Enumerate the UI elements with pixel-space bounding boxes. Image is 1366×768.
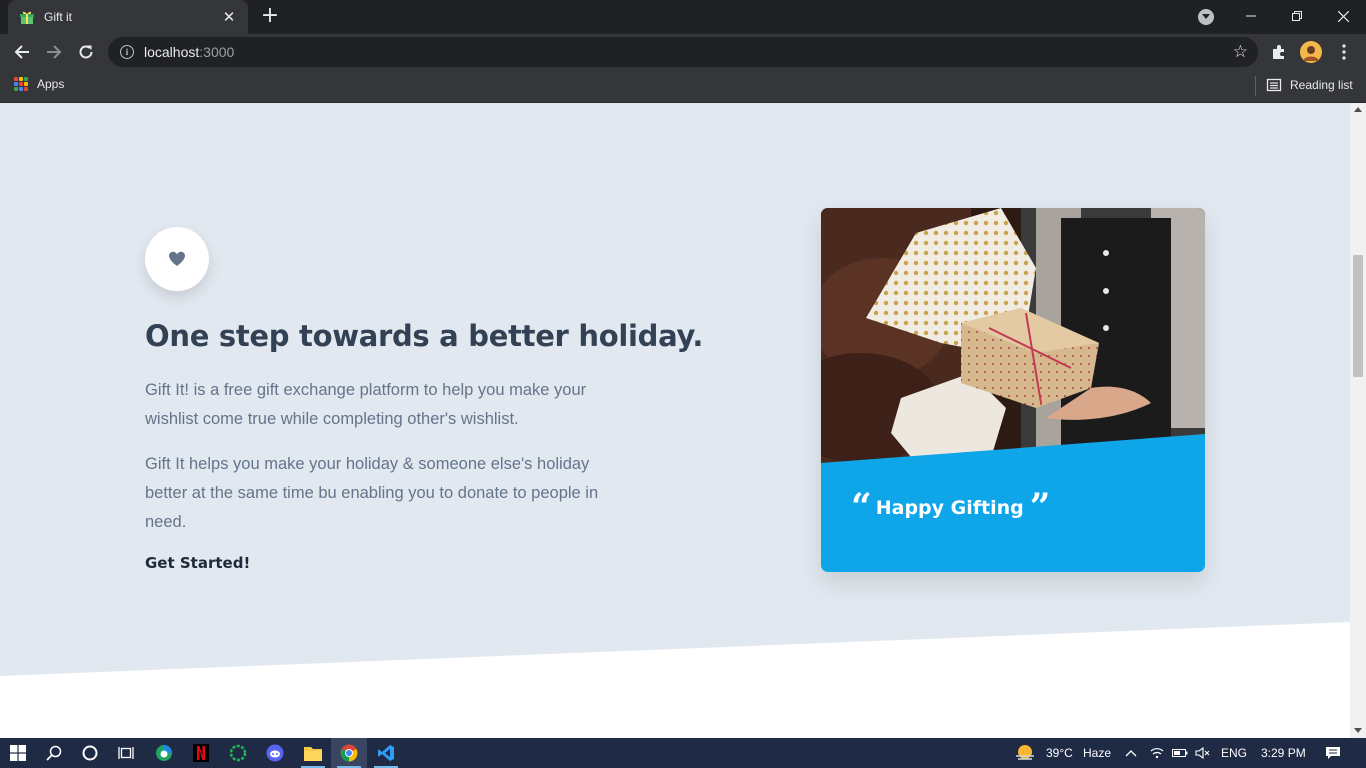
arrow-left-icon bbox=[14, 45, 29, 59]
edge-taskbar-icon[interactable] bbox=[146, 738, 182, 768]
minimize-button[interactable] bbox=[1228, 0, 1274, 32]
volume-muted-icon[interactable] bbox=[1192, 738, 1214, 768]
ring-app-taskbar-icon[interactable] bbox=[220, 738, 256, 768]
search-button[interactable] bbox=[36, 738, 72, 768]
close-window-button[interactable] bbox=[1320, 0, 1366, 32]
battery-icon[interactable] bbox=[1169, 738, 1191, 768]
netflix-taskbar-icon[interactable] bbox=[183, 738, 219, 768]
get-started-link[interactable]: Get Started! bbox=[145, 554, 250, 572]
scroll-down-arrow-icon[interactable] bbox=[1354, 728, 1362, 733]
puzzle-icon bbox=[1273, 45, 1284, 59]
vscode-taskbar-icon[interactable] bbox=[368, 738, 404, 768]
page-scrollbar[interactable] bbox=[1350, 103, 1366, 738]
extensions-button[interactable] bbox=[1265, 38, 1293, 66]
clock[interactable]: 3:29 PM bbox=[1261, 738, 1306, 768]
browser-menu-icon[interactable] bbox=[1330, 38, 1358, 66]
apps-label: Apps bbox=[37, 77, 65, 91]
scroll-up-arrow-icon[interactable] bbox=[1354, 107, 1362, 112]
task-view-icon bbox=[118, 747, 134, 759]
bookmarks-bar: Apps Reading list bbox=[0, 70, 1366, 103]
bookmarks-divider bbox=[1255, 76, 1256, 96]
chevron-up-icon[interactable] bbox=[1120, 738, 1142, 768]
page-viewport: One step towards a better holiday. Gift … bbox=[0, 103, 1366, 738]
file-explorer-taskbar-icon[interactable] bbox=[295, 738, 331, 768]
tab-close-icon[interactable]: ✕ bbox=[220, 8, 238, 26]
chrome-taskbar-icon[interactable] bbox=[331, 738, 367, 768]
reload-icon bbox=[79, 45, 93, 59]
reading-list-icon bbox=[1266, 78, 1282, 92]
browser-tab[interactable]: Gift it ✕ bbox=[8, 0, 248, 34]
gift-icon bbox=[18, 8, 36, 26]
bookmark-star-icon[interactable]: ☆ bbox=[1233, 42, 1248, 62]
reading-list-button[interactable]: Reading list bbox=[1266, 77, 1353, 93]
task-view-button[interactable] bbox=[108, 738, 144, 768]
site-info-icon[interactable]: i bbox=[120, 45, 134, 59]
weather-temperature[interactable]: 39°C bbox=[1046, 738, 1073, 768]
quote-close-icon: ” bbox=[1029, 486, 1051, 528]
browser-tabstrip: Gift it ✕ + bbox=[0, 0, 1366, 34]
reading-list-label: Reading list bbox=[1290, 78, 1353, 92]
weather-description[interactable]: Haze bbox=[1083, 738, 1111, 768]
happy-gifting-card: “ Happy Gifting ” bbox=[821, 208, 1205, 572]
cortana-button[interactable] bbox=[72, 738, 108, 768]
profile-avatar[interactable] bbox=[1297, 38, 1325, 66]
windows-taskbar: 39°C Haze ENG 3:29 PM bbox=[0, 738, 1366, 768]
apps-bookmark[interactable]: Apps bbox=[14, 77, 64, 91]
restore-button[interactable] bbox=[1274, 0, 1320, 32]
wifi-icon[interactable] bbox=[1146, 738, 1168, 768]
weather-haze-icon[interactable] bbox=[1010, 738, 1040, 768]
address-port: :3000 bbox=[199, 44, 235, 60]
windows-logo-icon bbox=[10, 745, 26, 761]
gift-photo bbox=[821, 208, 1205, 463]
feature-section: One step towards a better holiday. Gift … bbox=[0, 103, 1350, 738]
apps-grid-icon bbox=[14, 77, 28, 91]
reload-button[interactable] bbox=[72, 38, 100, 66]
address-host: localhost bbox=[144, 44, 200, 60]
arrow-right-icon bbox=[47, 45, 62, 59]
address-bar[interactable]: i localhost:3000 ☆ bbox=[108, 37, 1258, 67]
heart-icon bbox=[169, 251, 185, 266]
intro-paragraph: Gift It! is a free gift exchange platfor… bbox=[145, 381, 587, 428]
tab-title: Gift it bbox=[44, 10, 73, 24]
notifications-icon[interactable] bbox=[1318, 738, 1348, 768]
start-button[interactable] bbox=[0, 738, 36, 768]
card-quote-text: Happy Gifting bbox=[875, 497, 1024, 519]
forward-button[interactable] bbox=[40, 38, 68, 66]
scroll-thumb[interactable] bbox=[1353, 255, 1363, 377]
description-paragraph: Gift It helps you make your holiday & so… bbox=[145, 455, 599, 531]
new-tab-button[interactable]: + bbox=[258, 5, 282, 29]
section-heading: One step towards a better holiday. bbox=[145, 319, 704, 353]
cortana-icon bbox=[82, 745, 98, 761]
back-button[interactable] bbox=[8, 38, 36, 66]
browser-toolbar: i localhost:3000 ☆ bbox=[0, 34, 1366, 70]
tab-search-icon[interactable] bbox=[1198, 9, 1214, 25]
discord-taskbar-icon[interactable] bbox=[257, 738, 293, 768]
quote-open-icon: “ bbox=[851, 486, 872, 528]
language-indicator[interactable]: ENG bbox=[1221, 738, 1247, 768]
card-quote: “ Happy Gifting ” bbox=[851, 486, 1051, 528]
heart-badge bbox=[145, 227, 209, 291]
search-icon bbox=[46, 745, 62, 761]
